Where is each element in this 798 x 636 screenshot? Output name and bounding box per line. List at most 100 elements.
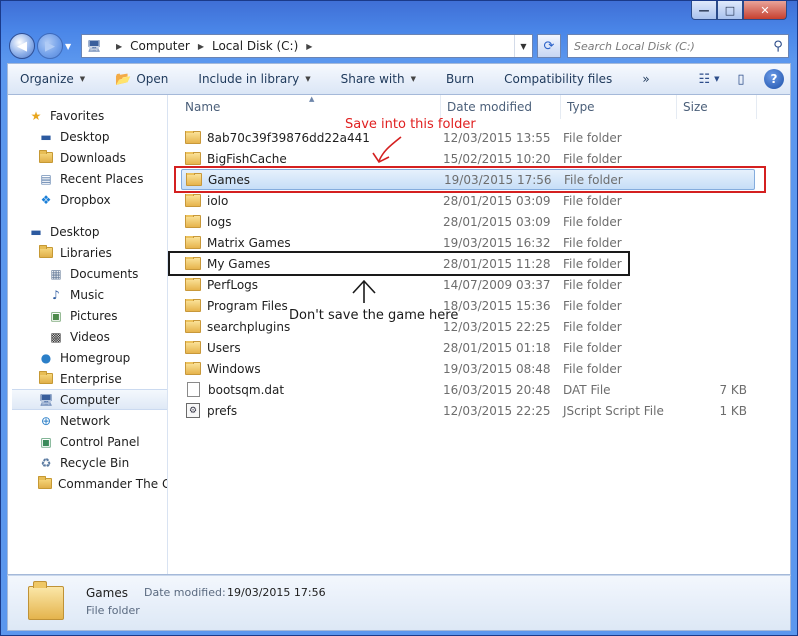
file-row[interactable]: iolo 28/01/2015 03:09 File folder — [181, 190, 755, 211]
file-row[interactable]: Program Files 18/03/2015 15:36 File folder — [181, 295, 755, 316]
breadcrumb-arrow-icon[interactable]: ▶ — [306, 42, 312, 51]
compatibility-files-button[interactable]: Compatibility files — [504, 72, 612, 86]
chevron-down-icon: ▼ — [79, 75, 86, 83]
nav-label: Recent Places — [60, 171, 144, 186]
file-name: searchplugins — [207, 319, 291, 334]
nav-music[interactable]: ♪ Music — [8, 284, 167, 305]
file-row[interactable]: Windows 19/03/2015 08:48 File folder — [181, 358, 755, 379]
nav-control-panel[interactable]: ▣ Control Panel — [8, 431, 167, 452]
file-type: File folder — [563, 151, 622, 166]
nav-enterprise[interactable]: Enterprise — [8, 368, 167, 389]
file-date: 14/07/2009 03:37 — [443, 277, 551, 292]
column-type[interactable]: Type — [561, 95, 677, 119]
file-name-cell: logs — [181, 214, 443, 229]
nav-label: Libraries — [60, 245, 112, 260]
documents-icon: ▦ — [50, 266, 62, 281]
file-row[interactable]: bootsqm.dat 16/03/2015 20:48 DAT File 7 KB — [181, 379, 755, 400]
file-icon — [187, 382, 200, 397]
include-in-library-button[interactable]: Include in library ▼ — [198, 72, 310, 86]
nav-label: Desktop — [50, 224, 100, 239]
nav-documents[interactable]: ▦ Documents — [8, 263, 167, 284]
file-type: DAT File — [563, 382, 611, 397]
file-type: File folder — [563, 319, 622, 334]
dropbox-icon: ❖ — [40, 192, 52, 207]
file-date: 18/03/2015 15:36 — [443, 298, 551, 313]
nav-label: Control Panel — [60, 434, 140, 449]
search-icon[interactable]: ⚲ — [768, 39, 788, 54]
column-name[interactable]: Name — [169, 95, 441, 119]
nav-favorites[interactable]: ★ Favorites — [8, 105, 167, 126]
nav-desktop-favorite[interactable]: ▬ Desktop — [8, 126, 167, 147]
back-button[interactable]: ◀ — [9, 33, 35, 59]
navigation-pane[interactable]: ★ Favorites ▬ Desktop Downloads ▤ Recent Pl… — [8, 95, 168, 574]
nav-libraries[interactable]: Libraries — [8, 242, 167, 263]
downloads-icon — [38, 150, 54, 165]
file-row[interactable]: Users 28/01/2015 01:18 File folder — [181, 337, 755, 358]
file-row[interactable]: PerfLogs 14/07/2009 03:37 File folder — [181, 274, 755, 295]
file-name: BigFishCache — [207, 151, 287, 166]
nav-homegroup[interactable]: ● Homegroup — [8, 347, 167, 368]
chevron-down-icon: ▼ — [714, 75, 720, 83]
folder-icon — [185, 319, 201, 333]
nav-computer[interactable]: 🖥 Computer — [12, 389, 167, 410]
desktop-icon: ▬ — [30, 224, 42, 239]
details-type: File folder — [86, 604, 140, 617]
file-name: Matrix Games — [207, 235, 291, 250]
breadcrumb-computer[interactable]: Computer — [130, 39, 190, 53]
file-list-pane[interactable]: ▲ Name Date modified Type Size 8ab70c39f… — [168, 95, 790, 574]
file-row[interactable]: logs 28/01/2015 03:09 File folder — [181, 211, 755, 232]
nav-recycle-bin[interactable]: ♻ Recycle Bin — [8, 452, 167, 473]
organize-button[interactable]: Organize ▼ — [20, 72, 85, 86]
nav-label: Computer — [60, 392, 120, 407]
open-button[interactable]: 📂 Open — [115, 72, 168, 87]
breadcrumb-arrow-icon[interactable]: ▶ — [116, 42, 122, 51]
back-arrow-icon: ◀ — [17, 38, 27, 54]
breadcrumb-arrow-icon[interactable]: ▶ — [198, 42, 204, 51]
nav-commander[interactable]: Commander The Gr — [8, 473, 167, 494]
column-date-modified[interactable]: Date modified — [441, 95, 561, 119]
close-button[interactable]: ✕ — [743, 1, 787, 20]
forward-arrow-icon: ▶ — [45, 38, 55, 54]
file-row[interactable]: searchplugins 12/03/2015 22:25 File folder — [181, 316, 755, 337]
preview-pane-button[interactable]: ▯ — [728, 67, 754, 91]
open-label: Open — [136, 72, 169, 86]
network-icon: ⊕ — [40, 413, 52, 428]
file-type: File folder — [563, 130, 622, 145]
recycle-bin-icon: ♻ — [40, 455, 52, 470]
address-bar[interactable]: 🖥 ▶ Computer ▶ Local Disk (C:) ▶ ▼ — [81, 34, 533, 58]
file-name: 8ab70c39f39876dd22a441 — [207, 130, 370, 145]
search-input[interactable] — [574, 39, 768, 53]
minimize-button[interactable]: — — [691, 1, 717, 20]
nav-label: Pictures — [70, 308, 118, 323]
folder-icon — [28, 581, 64, 620]
nav-pictures[interactable]: ▣ Pictures — [8, 305, 167, 326]
forward-button[interactable]: ▶ — [37, 33, 63, 59]
change-view-button[interactable]: ☷ ▼ — [696, 67, 722, 91]
file-row[interactable]: Matrix Games 19/03/2015 16:32 File folder — [181, 232, 755, 253]
address-dropdown-icon[interactable]: ▼ — [514, 35, 532, 57]
nav-network[interactable]: ⊕ Network — [8, 410, 167, 431]
file-row[interactable]: ⚙ prefs 12/03/2015 22:25 JScript Script Fil… — [181, 400, 755, 421]
breadcrumb-local-disk[interactable]: Local Disk (C:) — [212, 39, 298, 53]
nav-videos[interactable]: ▩ Videos — [8, 326, 167, 347]
column-size[interactable]: Size — [677, 95, 757, 119]
save-into-folder-note: Save into this folder — [345, 117, 476, 132]
nav-recent-places[interactable]: ▤ Recent Places — [8, 168, 167, 189]
search-box[interactable]: ⚲ — [567, 34, 789, 58]
burn-button[interactable]: Burn — [446, 72, 474, 86]
help-button[interactable]: ? — [764, 69, 784, 89]
file-date: 15/02/2015 10:20 — [443, 151, 551, 166]
dont-save-note: Don't save the game here — [289, 308, 459, 323]
nav-downloads[interactable]: Downloads — [8, 147, 167, 168]
nav-label: Videos — [70, 329, 110, 344]
nav-desktop[interactable]: ▬ Desktop — [8, 221, 167, 242]
file-type: File folder — [563, 277, 622, 292]
toolbar-right: ☷ ▼ ▯ ? — [690, 67, 790, 91]
folder-icon — [185, 277, 201, 291]
nav-dropbox[interactable]: ❖ Dropbox — [8, 189, 167, 210]
maximize-button[interactable]: □ — [717, 1, 743, 20]
more-commands-button[interactable]: » — [642, 72, 649, 86]
refresh-button[interactable]: ⟳ — [537, 34, 561, 58]
recent-pages-dropdown[interactable]: ▼ — [65, 42, 77, 51]
share-with-button[interactable]: Share with ▼ — [341, 72, 416, 86]
